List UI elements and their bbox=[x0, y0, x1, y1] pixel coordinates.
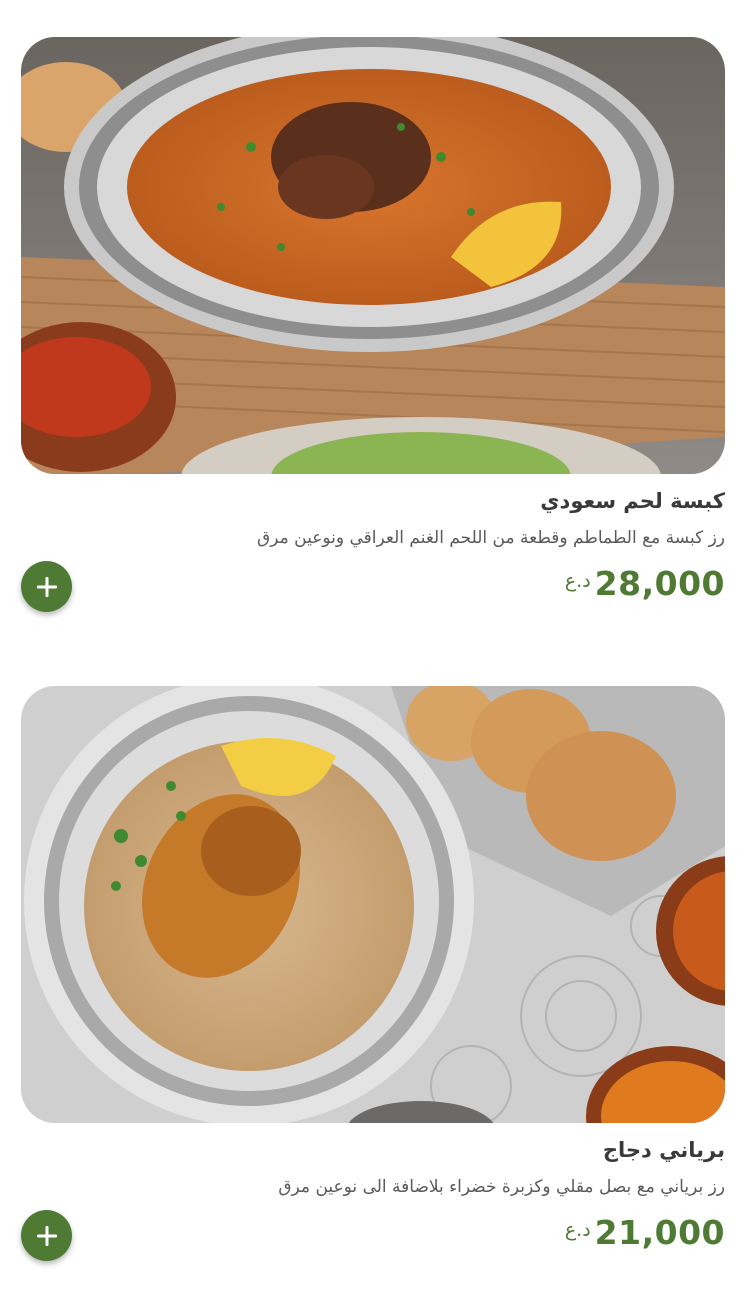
dish-description: رز برياني مع بصل مقلي وكزبرة خضراء بلاضا… bbox=[278, 1177, 725, 1197]
dish-price: د.ع 28,000 bbox=[565, 564, 725, 603]
dish-description: رز كبسة مع الطماطم وقطعة من اللحم الغنم … bbox=[257, 528, 725, 548]
plus-icon bbox=[36, 1225, 57, 1246]
price-amount: 21,000 bbox=[594, 1213, 725, 1252]
dish-title: كبسة لحم سعودي bbox=[540, 489, 725, 513]
dish-image[interactable] bbox=[21, 37, 725, 474]
price-currency: د.ع bbox=[564, 1219, 591, 1241]
price-amount: 28,000 bbox=[594, 564, 725, 603]
dish-price: د.ع 21,000 bbox=[565, 1213, 725, 1252]
add-to-cart-button[interactable] bbox=[21, 1210, 72, 1261]
dish-title: برياني دجاج bbox=[602, 1138, 725, 1162]
menu-item-card[interactable]: كبسة لحم سعودي رز كبسة مع الطماطم وقطعة … bbox=[21, 37, 725, 612]
plus-icon bbox=[36, 576, 57, 597]
price-currency: د.ع bbox=[564, 570, 591, 592]
dish-image[interactable] bbox=[21, 686, 725, 1123]
add-to-cart-button[interactable] bbox=[21, 561, 72, 612]
menu-item-card[interactable]: برياني دجاج رز برياني مع بصل مقلي وكزبرة… bbox=[21, 686, 725, 1261]
